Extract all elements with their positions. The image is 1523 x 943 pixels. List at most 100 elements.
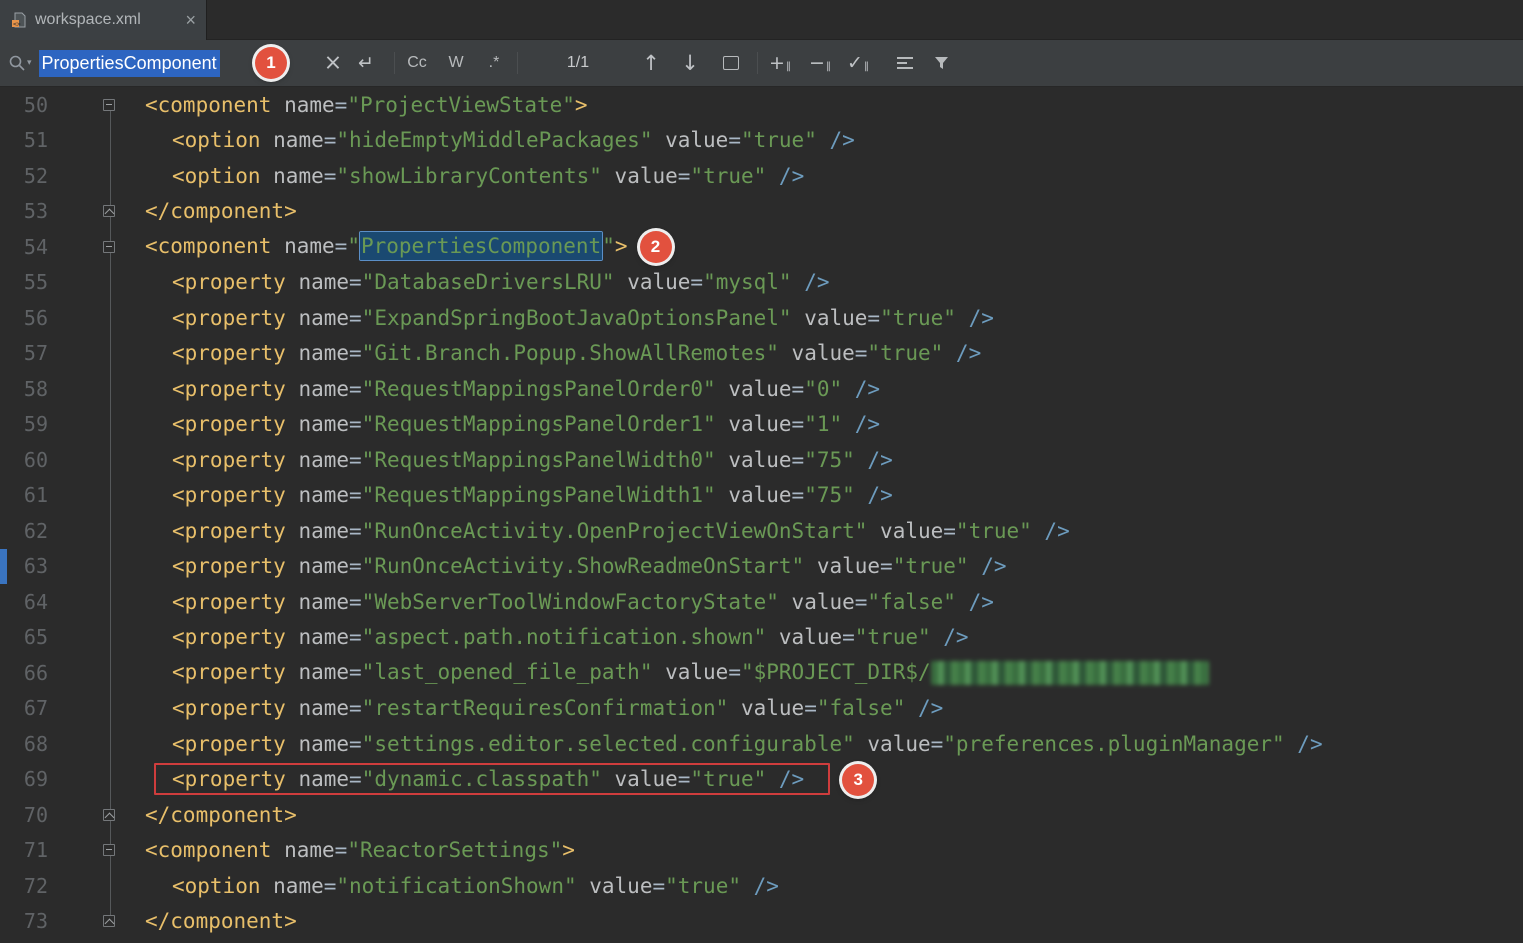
code-line[interactable]: 61<property name="RequestMappingsPanelWi…: [0, 478, 1523, 514]
fold-end-icon[interactable]: [48, 194, 130, 230]
code-line[interactable]: 57<property name="Git.Branch.Popup.ShowA…: [0, 336, 1523, 372]
code-line[interactable]: 53</component>: [0, 194, 1523, 230]
code-token: =: [349, 377, 362, 401]
search-in-selection-icon[interactable]: [723, 56, 739, 70]
code-line[interactable]: 52<option name="showLibraryContents" val…: [0, 158, 1523, 194]
code-token: name: [286, 341, 349, 365]
code-token: ": [347, 234, 360, 258]
code-token: value: [766, 625, 842, 649]
code-line[interactable]: 72<option name="notificationShown" value…: [0, 868, 1523, 904]
code-token: name: [261, 128, 324, 152]
line-number: 64: [0, 590, 48, 614]
filter-lines-icon[interactable]: [897, 56, 915, 70]
tab-close-icon[interactable]: ×: [185, 11, 196, 29]
regex-toggle[interactable]: .*: [489, 54, 500, 72]
search-icon[interactable]: ▾: [8, 54, 32, 72]
search-query-text[interactable]: PropertiesComponent: [39, 50, 220, 77]
code-line[interactable]: 64<property name="WebServerToolWindowFac…: [0, 584, 1523, 620]
code-line[interactable]: 50<component name="ProjectViewState">: [0, 87, 1523, 123]
code-token: =: [349, 306, 362, 330]
code-line[interactable]: 71<component name="ReactorSettings">: [0, 833, 1523, 869]
match-case-toggle[interactable]: Cc: [407, 54, 427, 72]
code-token: "mysql": [703, 270, 792, 294]
code-token: value: [716, 412, 792, 436]
code-line[interactable]: 56<property name="ExpandSpringBootJavaOp…: [0, 300, 1523, 336]
line-number: 60: [0, 448, 48, 472]
code-token: <property: [172, 341, 286, 365]
code-token: name: [261, 874, 324, 898]
code-token: "true": [690, 164, 766, 188]
code-token: <property: [172, 625, 286, 649]
line-number: 56: [0, 306, 48, 330]
newline-icon[interactable]: ↵: [358, 52, 374, 74]
add-occurrence-icon[interactable]: +‖: [769, 52, 791, 74]
code-token: name: [286, 660, 349, 684]
code-token: </component>: [145, 909, 297, 933]
previous-occurrence-icon[interactable]: ↑: [642, 51, 660, 75]
code-token: />: [766, 767, 804, 791]
code-token: "true": [956, 519, 1032, 543]
code-token: =: [728, 128, 741, 152]
code-token: =: [792, 483, 805, 507]
code-line[interactable]: 60<property name="RequestMappingsPanelWi…: [0, 442, 1523, 478]
code-token: />: [956, 590, 994, 614]
code-line[interactable]: 70</component>: [0, 797, 1523, 833]
code-token: =: [652, 874, 665, 898]
code-line[interactable]: 63<property name="RunOnceActivity.ShowRe…: [0, 549, 1523, 585]
fold-column: [48, 300, 130, 336]
fold-end-icon[interactable]: [48, 904, 130, 940]
line-number: 62: [0, 519, 48, 543]
code-token: />: [1285, 732, 1323, 756]
select-all-occurrences-icon[interactable]: ✓‖: [847, 52, 869, 74]
code-token: <option: [172, 874, 261, 898]
code-token: />: [1032, 519, 1070, 543]
fold-column: [48, 868, 130, 904]
code-token: "RequestMappingsPanelOrder1": [362, 412, 716, 436]
remove-occurrence-icon[interactable]: −‖: [809, 52, 831, 74]
tab-workspace-xml[interactable]: <> workspace.xml ×: [0, 0, 207, 40]
code-line[interactable]: 58<property name="RequestMappingsPanelOr…: [0, 371, 1523, 407]
fold-column: [48, 726, 130, 762]
code-token: />: [855, 483, 893, 507]
code-token: name: [286, 448, 349, 472]
fold-start-icon[interactable]: [48, 833, 130, 869]
code-token: <property: [172, 732, 286, 756]
code-line[interactable]: 51<option name="hideEmptyMiddlePackages"…: [0, 123, 1523, 159]
code-line[interactable]: 62<property name="RunOnceActivity.OpenPr…: [0, 513, 1523, 549]
line-number: 73: [0, 909, 48, 933]
line-number: 70: [0, 803, 48, 827]
code-token: <property: [172, 590, 286, 614]
fold-column: [48, 762, 130, 798]
code-line[interactable]: 69<property name="dynamic.classpath" val…: [0, 762, 1523, 798]
filter-funnel-icon[interactable]: [934, 55, 950, 71]
code-line[interactable]: 65<property name="aspect.path.notificati…: [0, 620, 1523, 656]
editor[interactable]: 50<component name="ProjectViewState">51<…: [0, 87, 1523, 943]
toolbar-divider: [757, 52, 758, 74]
fold-end-icon[interactable]: [48, 797, 130, 833]
next-occurrence-icon[interactable]: ↓: [681, 51, 699, 75]
fold-start-icon[interactable]: [48, 87, 130, 123]
code-token: />: [931, 625, 969, 649]
code-line[interactable]: 73 </component>: [0, 904, 1523, 940]
code-token: name: [286, 625, 349, 649]
code-line[interactable]: 59<property name="RequestMappingsPanelOr…: [0, 407, 1523, 443]
code-token: =: [728, 660, 741, 684]
code-token: value: [855, 732, 931, 756]
code-token: name: [286, 306, 349, 330]
code-token: name: [286, 590, 349, 614]
code-line[interactable]: 55<property name="DatabaseDriversLRU" va…: [0, 265, 1523, 301]
code-line[interactable]: 67<property name="restartRequiresConfirm…: [0, 691, 1523, 727]
code-token: name: [286, 270, 349, 294]
code-token: <component: [145, 838, 271, 862]
code-line[interactable]: 66<property name="last_opened_file_path"…: [0, 655, 1523, 691]
code-line[interactable]: 68<property name="settings.editor.select…: [0, 726, 1523, 762]
clear-search-icon[interactable]: ×: [324, 51, 342, 76]
code-line[interactable]: 54<component name="PropertiesComponent">…: [0, 229, 1523, 265]
words-toggle[interactable]: W: [448, 54, 463, 72]
fold-start-icon[interactable]: [48, 229, 130, 265]
find-toolbar: ▾ PropertiesComponent 1 × ↵ Cc W .* 1/1 …: [0, 40, 1523, 87]
code-token: "ReactorSettings": [347, 838, 562, 862]
code-token: =: [335, 93, 348, 117]
code-token: "true": [893, 554, 969, 578]
code-token: "showLibraryContents": [336, 164, 602, 188]
